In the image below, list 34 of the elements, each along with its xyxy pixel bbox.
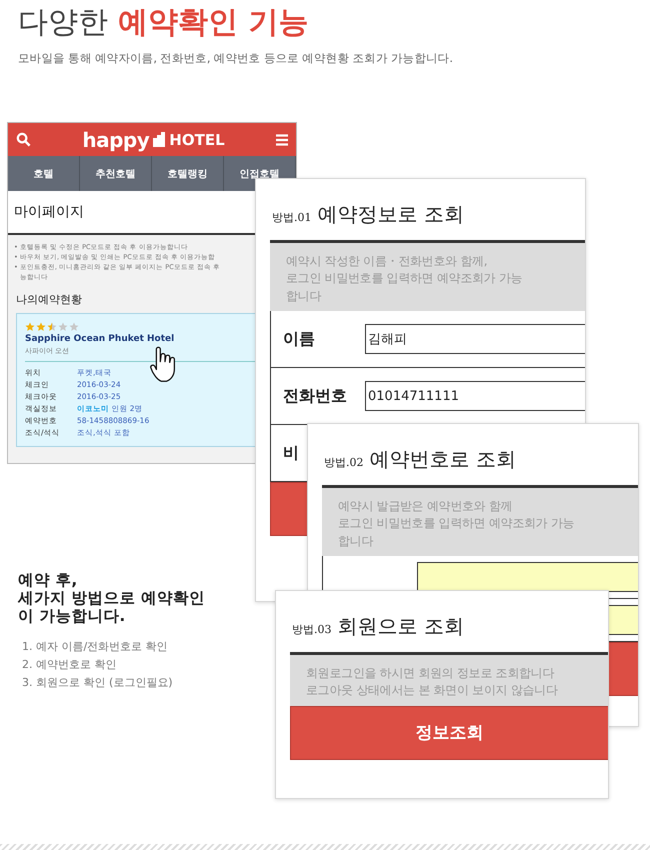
- method-label: 방법.03: [292, 622, 332, 637]
- input-field[interactable]: 01014711111: [365, 381, 585, 412]
- summary-item: 1. 예자 이름/전화번호로 확인: [22, 639, 169, 654]
- input-field[interactable]: [417, 562, 638, 592]
- menu-icon[interactable]: [276, 134, 288, 146]
- page-subtitle: 모바일을 통해 예약자이름, 전화번호, 예약번호 등으로 예약현황 조회가 가능합니다.: [18, 51, 454, 66]
- field-label: 이름: [283, 328, 315, 350]
- star-icon: [36, 322, 46, 332]
- summary-item: 3. 회원으로 확인 (로그인필요): [22, 675, 174, 690]
- input-field[interactable]: 김해피: [365, 324, 585, 354]
- panel-title: 예약정보로 조회: [318, 201, 464, 228]
- star-icon: [58, 322, 68, 332]
- panel-title: 회원으로 조회: [338, 613, 464, 640]
- logo-word: happy: [82, 128, 150, 152]
- method-label: 방법.01: [272, 210, 312, 225]
- page-title: 다양한: [18, 4, 108, 42]
- summary-heading: 예약 후, 세가지 방법으로 예약확인 이 가능합니다.: [18, 572, 205, 626]
- field-label: 전화번호: [283, 386, 347, 407]
- summary-item: 2. 예약번호로 확인: [22, 657, 118, 672]
- panel-description: 예약시 발급받은 예약번호와 함께 로그인 비밀번호를 입력하면 예약조회가 가능 합니다: [322, 485, 638, 556]
- building-icon: [152, 132, 166, 147]
- hotel-name[interactable]: Sapphire Ocean Phuket Hotel: [25, 334, 174, 344]
- search-icon[interactable]: [16, 132, 31, 147]
- submit-button[interactable]: 정보조회: [290, 706, 608, 760]
- method-label: 방법.02: [324, 455, 364, 470]
- star-icon: [69, 322, 79, 332]
- panel-title: 예약번호로 조회: [370, 446, 516, 473]
- logo-name: HOTEL: [169, 130, 225, 148]
- panel-description: 회원로그인을 하시면 회원의 정보로 조회합니다 로그아웃 상태에서는 본 화면이 보이지 않습니다: [290, 652, 608, 706]
- star-icon: [47, 322, 57, 332]
- star-icon: [25, 322, 35, 332]
- field-label: 비: [283, 442, 299, 464]
- page-title-highlight: 예약확인 기능: [118, 4, 308, 42]
- panel-description: 예약시 작성한 이름・전화번호와 함께, 로그인 비밀번호를 입력하면 예약조회가 가능 합니다: [270, 240, 585, 312]
